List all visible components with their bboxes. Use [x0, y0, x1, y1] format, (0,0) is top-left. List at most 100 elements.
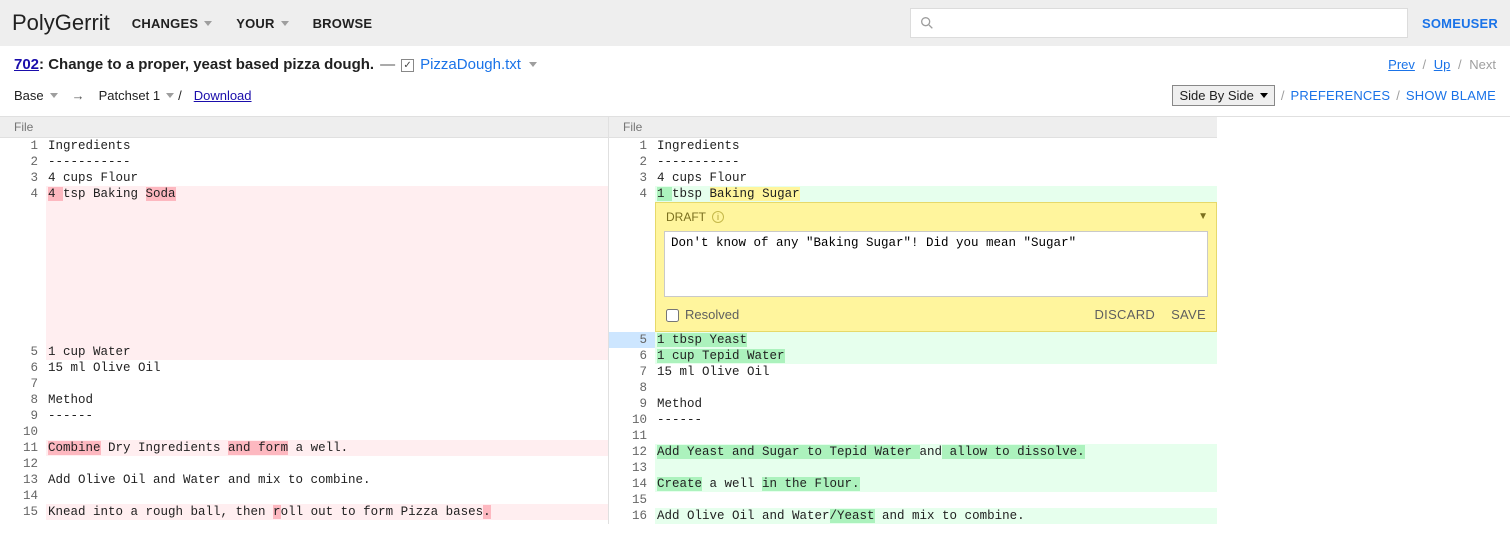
- menu-browse[interactable]: BROWSE: [303, 10, 383, 37]
- menu-your[interactable]: YOUR: [226, 10, 298, 37]
- line[interactable]: 51 tbsp Yeast: [609, 332, 1217, 348]
- line-number: 2: [0, 154, 46, 170]
- line-number: 9: [609, 396, 655, 412]
- line-text: Add Yeast and Sugar to Tepid Water and a…: [655, 444, 1217, 460]
- user-link[interactable]: SOMEUSER: [1422, 16, 1498, 31]
- line[interactable]: 1Ingredients: [0, 138, 608, 154]
- line-number: [0, 330, 46, 344]
- line[interactable]: 2-----------: [0, 154, 608, 170]
- line-number: 7: [0, 376, 46, 392]
- line-number: 4: [0, 186, 46, 202]
- view-mode-select[interactable]: Side By Side: [1172, 85, 1274, 106]
- line-text: Method: [655, 396, 1217, 412]
- nav-up[interactable]: Up: [1434, 57, 1451, 72]
- line[interactable]: 34 cups Flour: [0, 170, 608, 186]
- base-select[interactable]: Base: [14, 88, 58, 103]
- line[interactable]: 9------: [0, 408, 608, 424]
- preferences-link[interactable]: PREFERENCES: [1291, 88, 1391, 103]
- file-nav: Prev / Up / Next: [1388, 57, 1496, 72]
- arrow-right-icon: →: [72, 88, 85, 103]
- line[interactable]: 41 tbsp Baking Sugar: [609, 186, 1217, 202]
- line[interactable]: 61 cup Tepid Water: [609, 348, 1217, 364]
- download-link[interactable]: Download: [194, 88, 252, 103]
- line[interactable]: 44 tsp Baking Soda: [0, 186, 608, 202]
- line[interactable]: 14Create a well in the Flour.: [609, 476, 1217, 492]
- line-text: Create a well in the Flour.: [655, 476, 1217, 492]
- line-number: [0, 314, 46, 330]
- top-menu: CHANGES YOUR BROWSE: [122, 10, 382, 37]
- change-title: : Change to a proper, yeast based pizza …: [39, 56, 374, 73]
- nav-sep: /: [1458, 57, 1462, 72]
- line[interactable]: 7: [0, 376, 608, 392]
- line[interactable]: 51 cup Water: [0, 344, 608, 360]
- file-name-link[interactable]: PizzaDough.txt: [420, 56, 521, 73]
- search-input[interactable]: [941, 16, 1399, 31]
- line[interactable]: 15: [609, 492, 1217, 508]
- line-text: [46, 314, 608, 330]
- chevron-down-icon[interactable]: [529, 62, 537, 67]
- line[interactable]: 15Knead into a rough ball, then roll out…: [0, 504, 608, 520]
- line-number: 13: [0, 472, 46, 488]
- line-number: 8: [609, 380, 655, 396]
- line[interactable]: 10------: [609, 412, 1217, 428]
- line-text: [46, 202, 608, 218]
- line[interactable]: 2-----------: [609, 154, 1217, 170]
- draft-header: DRAFT i ▼: [656, 203, 1216, 229]
- line[interactable]: 8: [609, 380, 1217, 396]
- file-header-right: File: [609, 117, 1217, 138]
- line[interactable]: 11Combine Dry Ingredients and form a wel…: [0, 440, 608, 456]
- line[interactable]: 14: [0, 488, 608, 504]
- menu-changes[interactable]: CHANGES: [122, 10, 222, 37]
- line-text: 4 cups Flour: [46, 170, 608, 186]
- line-text: 4 tsp Baking Soda: [46, 186, 608, 202]
- line[interactable]: 615 ml Olive Oil: [0, 360, 608, 376]
- line[interactable]: 13: [609, 460, 1217, 476]
- line-number: 4: [609, 186, 655, 202]
- line-spacer: [0, 266, 608, 282]
- discard-button[interactable]: DISCARD: [1094, 307, 1155, 323]
- reviewed-checkbox[interactable]: ✓: [401, 59, 414, 72]
- line[interactable]: 11: [609, 428, 1217, 444]
- line-number: 12: [609, 444, 655, 460]
- line[interactable]: 13Add Olive Oil and Water and mix to com…: [0, 472, 608, 488]
- save-button[interactable]: SAVE: [1171, 307, 1206, 323]
- line[interactable]: 12: [0, 456, 608, 472]
- line-number: 9: [0, 408, 46, 424]
- line-number: 12: [0, 456, 46, 472]
- diff-gutter-right: [1217, 117, 1510, 524]
- patchset-select[interactable]: Patchset 1: [99, 88, 174, 103]
- line[interactable]: 8Method: [0, 392, 608, 408]
- line[interactable]: 34 cups Flour: [609, 170, 1217, 186]
- line-number: 11: [0, 440, 46, 456]
- line-text: Knead into a rough ball, then roll out t…: [46, 504, 608, 520]
- line-number: 2: [609, 154, 655, 170]
- collapse-icon[interactable]: ▼: [1198, 209, 1208, 225]
- line-number: 1: [0, 138, 46, 154]
- top-bar: PolyGerrit CHANGES YOUR BROWSE SOMEUSER: [0, 0, 1510, 46]
- patchset-row: Base → Patchset 1 / Download Side By Sid…: [0, 79, 1510, 116]
- line[interactable]: 12Add Yeast and Sugar to Tepid Water and…: [609, 444, 1217, 460]
- line-spacer: [0, 314, 608, 330]
- app-brand[interactable]: PolyGerrit: [12, 10, 110, 36]
- draft-textarea[interactable]: [664, 231, 1208, 297]
- nav-sep: /: [1423, 57, 1427, 72]
- resolved-toggle[interactable]: Resolved: [666, 307, 739, 323]
- file-header-left: File: [0, 117, 608, 138]
- menu-changes-label: CHANGES: [132, 16, 198, 31]
- show-blame-link[interactable]: SHOW BLAME: [1406, 88, 1496, 103]
- diff-right: File 1Ingredients 2----------- 34 cups F…: [609, 117, 1217, 524]
- line[interactable]: 715 ml Olive Oil: [609, 364, 1217, 380]
- nav-prev[interactable]: Prev: [1388, 57, 1415, 72]
- line[interactable]: 9Method: [609, 396, 1217, 412]
- line-number: 11: [609, 428, 655, 444]
- line-number: [0, 250, 46, 266]
- line-text: [46, 218, 608, 234]
- resolved-checkbox[interactable]: [666, 309, 679, 322]
- info-icon[interactable]: i: [712, 211, 724, 223]
- line[interactable]: 16Add Olive Oil and Water/Yeast and mix …: [609, 508, 1217, 524]
- search-box[interactable]: [910, 8, 1408, 38]
- line[interactable]: 10: [0, 424, 608, 440]
- line-number: 6: [0, 360, 46, 376]
- change-id-link[interactable]: 702: [14, 56, 39, 73]
- line[interactable]: 1Ingredients: [609, 138, 1217, 154]
